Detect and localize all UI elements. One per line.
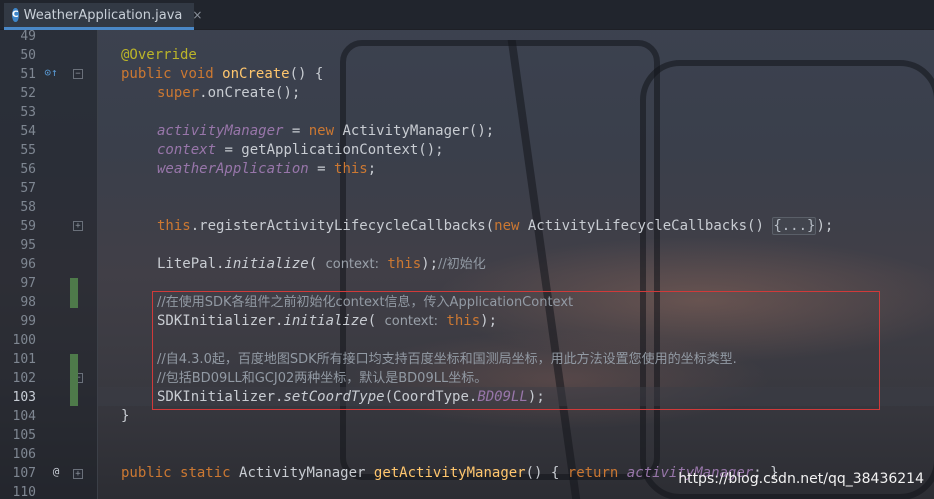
code-line[interactable]: 104 } — [0, 407, 934, 426]
code-line[interactable]: 98 //在使用SDK各组件之前初始化context信息，传入Applicati… — [0, 293, 934, 312]
java-class-icon: C — [12, 8, 19, 22]
code-text: activityManager = new ActivityManager(); — [157, 123, 495, 139]
code-line[interactable]: 101 //自4.3.0起，百度地图SDK所有接口均支持百度坐标和国测局坐标，用… — [0, 350, 934, 369]
code-line[interactable]: 57 — [0, 179, 934, 198]
code-line[interactable]: 106 — [0, 445, 934, 464]
code-line[interactable]: 100 — [0, 331, 934, 350]
code-text: context = getApplicationContext(); — [157, 142, 444, 158]
line-number: 97 — [20, 276, 36, 291]
code-text: SDKInitializer.setCoordType(CoordType.BD… — [157, 389, 545, 405]
code-line[interactable]: 103 SDKInitializer.setCoordType(CoordTyp… — [0, 388, 934, 407]
line-number: 53 — [20, 105, 36, 120]
code-text: SDKInitializer.initialize( context: this… — [157, 313, 497, 329]
line-number: 58 — [20, 200, 36, 215]
code-line[interactable]: 49 — [0, 27, 934, 46]
line-number: 50 — [20, 48, 36, 63]
parameter-hint: context: — [325, 257, 379, 272]
tab-weather-application[interactable]: C WeatherApplication.java × — [4, 3, 202, 30]
code-text: } — [121, 408, 130, 424]
code-line[interactable]: 56 weatherApplication = this; — [0, 160, 934, 179]
vcs-change-marker[interactable] — [70, 278, 78, 308]
code-line[interactable]: 51 public void onCreate() { — [0, 65, 934, 84]
line-number: 106 — [12, 447, 36, 462]
line-number: 99 — [20, 314, 36, 329]
line-number: 102 — [12, 371, 36, 386]
code-text: super.onCreate(); — [157, 85, 301, 101]
code-line[interactable]: 105 — [0, 426, 934, 445]
comment-text: //包括BD09LL和GCJ02两种坐标，默认是BD09LL坐标。 — [157, 371, 488, 386]
close-icon[interactable]: × — [192, 8, 202, 22]
code-line[interactable]: 58 — [0, 198, 934, 217]
fold-toggle-icon[interactable]: + — [73, 221, 83, 231]
vcs-change-marker[interactable] — [70, 354, 78, 406]
code-text: LitePal.initialize( context: this);//初始化 — [157, 256, 486, 272]
code-line[interactable]: 97 — [0, 274, 934, 293]
code-text: weatherApplication = this; — [157, 161, 377, 177]
line-number: 55 — [20, 143, 36, 158]
implements-icon[interactable]: @ — [50, 466, 62, 478]
code-line[interactable]: 95 — [0, 236, 934, 255]
fold-toggle-icon[interactable]: + — [73, 469, 83, 479]
code-line[interactable]: 59 this.registerActivityLifecycleCallbac… — [0, 217, 934, 236]
folded-code-block[interactable]: {...} — [772, 217, 817, 235]
code-line[interactable]: 52 super.onCreate(); — [0, 84, 934, 103]
line-number: 100 — [12, 333, 36, 348]
line-number: 110 — [12, 485, 36, 499]
editor-tab-bar: C WeatherApplication.java × — [0, 0, 934, 30]
line-number: 105 — [12, 428, 36, 443]
line-number: 56 — [20, 162, 36, 177]
tab-title: WeatherApplication.java — [23, 7, 183, 23]
code-line[interactable]: 55 context = getApplicationContext(); — [0, 141, 934, 160]
line-number: 49 — [20, 29, 36, 44]
fold-toggle-icon[interactable]: − — [73, 69, 83, 79]
code-line[interactable]: 53 — [0, 103, 934, 122]
line-number: 98 — [20, 295, 36, 310]
line-number: 104 — [12, 409, 36, 424]
line-number: 107 — [12, 466, 36, 481]
line-number: 52 — [20, 86, 36, 101]
comment-text: //自4.3.0起，百度地图SDK所有接口均支持百度坐标和国测局坐标，用此方法设… — [157, 352, 737, 367]
code-text: @Override — [121, 47, 197, 63]
code-line[interactable]: 102 //包括BD09LL和GCJ02两种坐标，默认是BD09LL坐标。 — [0, 369, 934, 388]
parameter-hint: context: — [384, 314, 438, 329]
code-line[interactable]: 96 LitePal.initialize( context: this);//… — [0, 255, 934, 274]
line-number: 95 — [20, 238, 36, 253]
line-number: 96 — [20, 257, 36, 272]
code-line[interactable]: 50 @Override — [0, 46, 934, 65]
line-number: 57 — [20, 181, 36, 196]
line-number: 59 — [20, 219, 36, 234]
code-line[interactable]: 54 activityManager = new ActivityManager… — [0, 122, 934, 141]
line-number: 101 — [12, 352, 36, 367]
comment-text: //在使用SDK各组件之前初始化context信息，传入ApplicationC… — [157, 295, 574, 310]
watermark-text: https://blog.csdn.net/qq_38436214 — [678, 471, 924, 487]
code-text: this.registerActivityLifecycleCallbacks(… — [157, 217, 834, 235]
override-method-icon[interactable]: ⊙↑ — [40, 67, 62, 79]
line-number: 51 — [20, 67, 36, 82]
line-number: 103 — [12, 390, 36, 405]
line-number: 54 — [20, 124, 36, 139]
code-text: public void onCreate() { — [121, 66, 324, 82]
code-line[interactable]: 99 SDKInitializer.initialize( context: t… — [0, 312, 934, 331]
